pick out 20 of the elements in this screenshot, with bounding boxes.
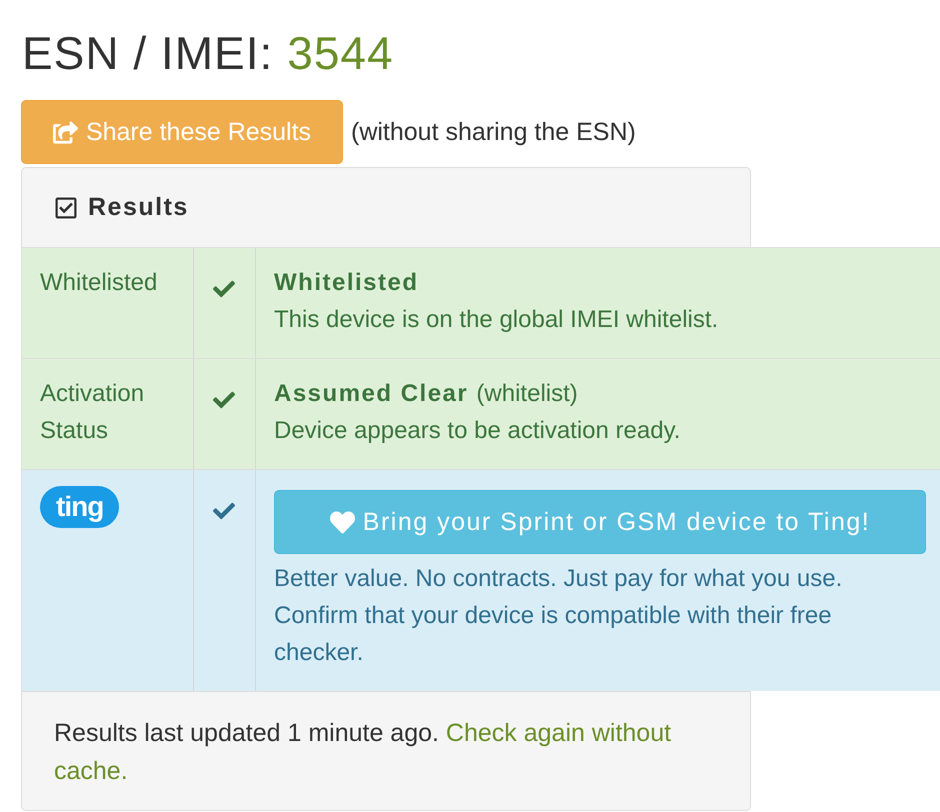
row-description: This device is on the global IMEI whitelist. (274, 305, 720, 335)
row-label: Activation Status (40, 379, 146, 446)
heading-label: ESN / IMEI: (22, 26, 274, 80)
share-button[interactable]: Share these Results (21, 100, 343, 164)
share-icon (52, 120, 78, 144)
offer-description: Better value. No contracts. Just pay for what you use. Confirm that your device is compatible with their free checker. (274, 564, 844, 668)
checkbox-icon (54, 196, 78, 220)
heart-icon (330, 510, 355, 534)
row-title: Assumed Clear (whitelist) (274, 379, 579, 409)
check-again-link[interactable]: Check again without (446, 719, 672, 747)
imei-value: 3544 (287, 26, 394, 80)
update-text: Results last updated 1 minute ago. (54, 719, 439, 747)
ting-logo: ting (40, 486, 120, 528)
share-note: (without sharing the ESN) (351, 118, 636, 146)
row-description: Device appears to be activation ready. (274, 416, 682, 446)
panel-title: Results (88, 193, 189, 222)
offer-button[interactable]: Bring your Sprint or GSM device to Ting! (274, 490, 926, 554)
row-title: Whitelisted (274, 268, 420, 298)
row-label: Whitelisted (40, 268, 158, 298)
check-again-link[interactable]: cache. (54, 757, 128, 785)
